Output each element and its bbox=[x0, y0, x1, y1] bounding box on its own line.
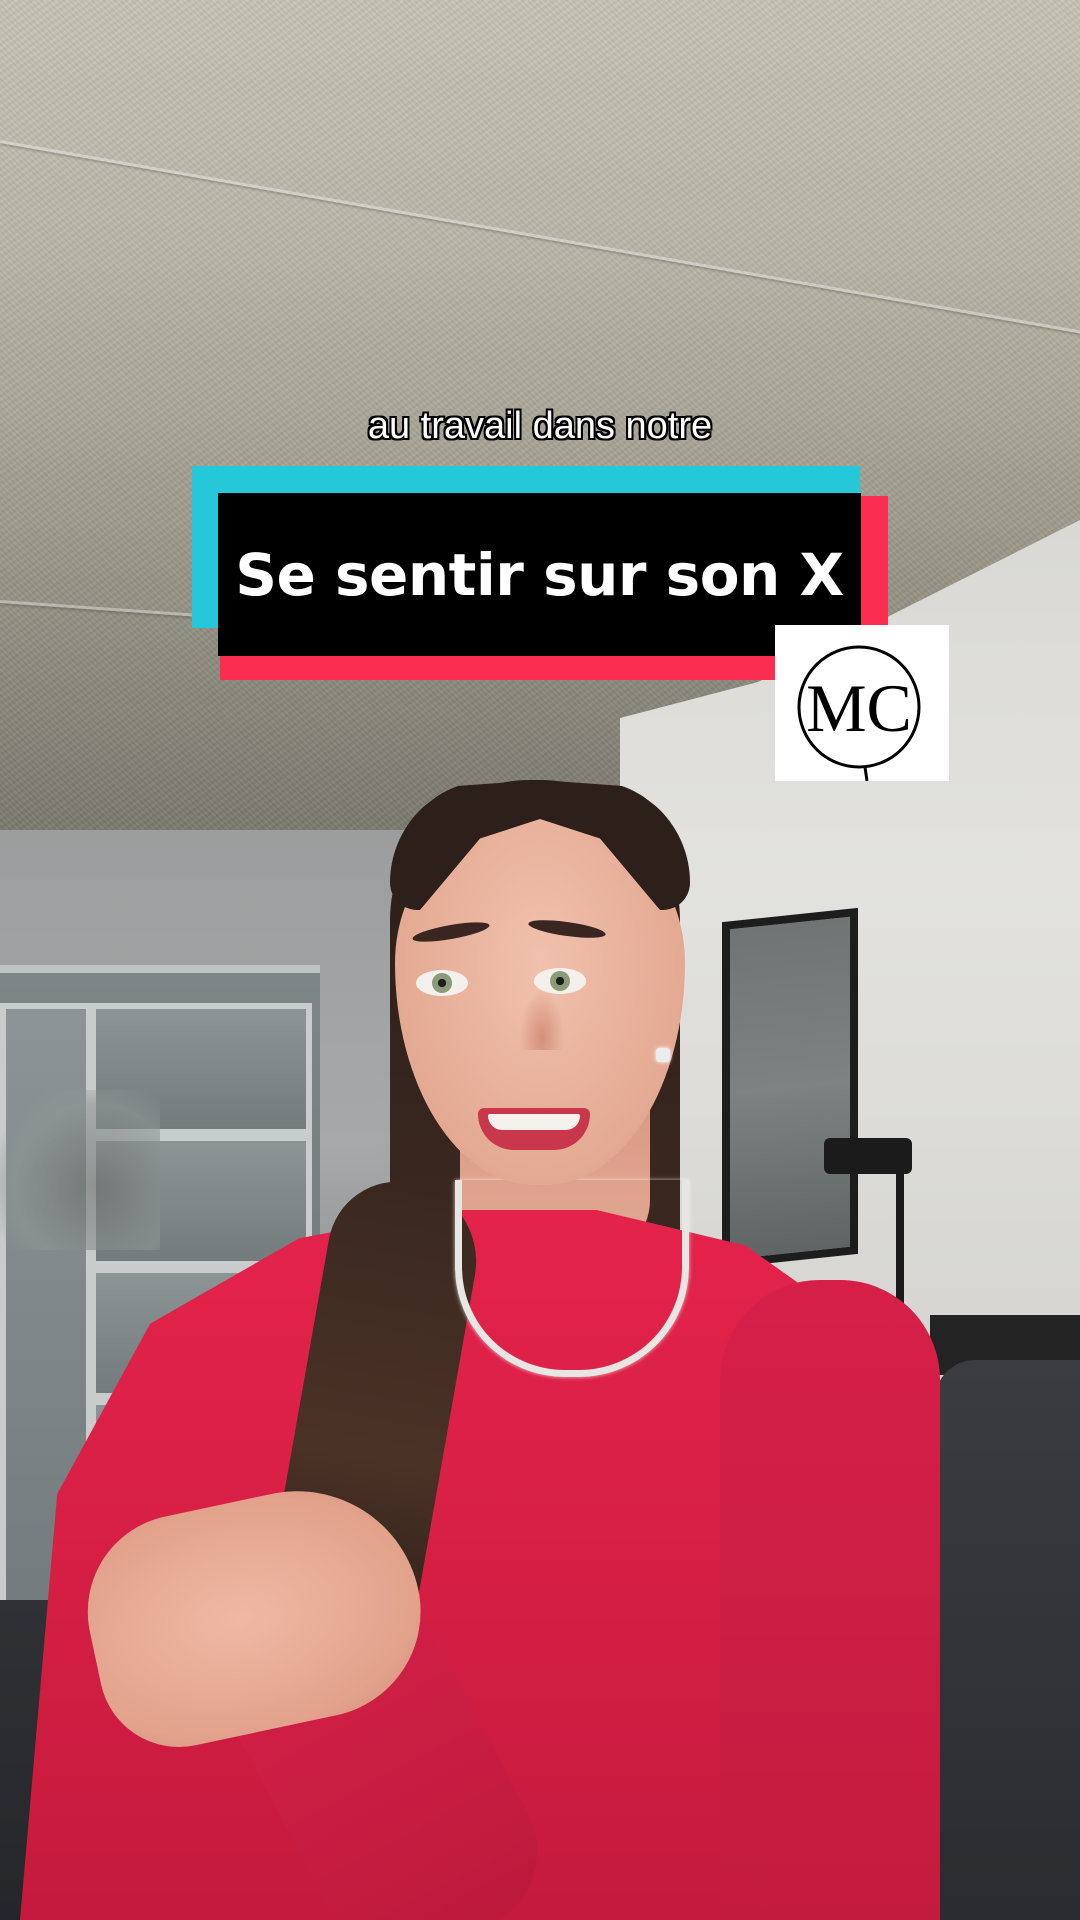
title-banner: Se sentir sur son X bbox=[218, 493, 861, 656]
logo-stem bbox=[863, 766, 869, 781]
mc-logo: MC bbox=[775, 625, 949, 781]
right-arm bbox=[720, 1280, 940, 1920]
earring bbox=[656, 1048, 670, 1062]
mc-logo-graphic: MC bbox=[797, 645, 921, 781]
subtitle-caption: au travail dans notre bbox=[367, 405, 713, 447]
title-text: Se sentir sur son X bbox=[235, 540, 844, 609]
video-frame: au travail dans notre Se sentir sur son … bbox=[0, 0, 1080, 1920]
left-eye bbox=[416, 970, 468, 996]
logo-letters: MC bbox=[806, 670, 912, 746]
mouth bbox=[478, 1108, 590, 1150]
necklace bbox=[455, 1180, 689, 1377]
nose bbox=[520, 990, 564, 1050]
presenter bbox=[0, 0, 1080, 1920]
